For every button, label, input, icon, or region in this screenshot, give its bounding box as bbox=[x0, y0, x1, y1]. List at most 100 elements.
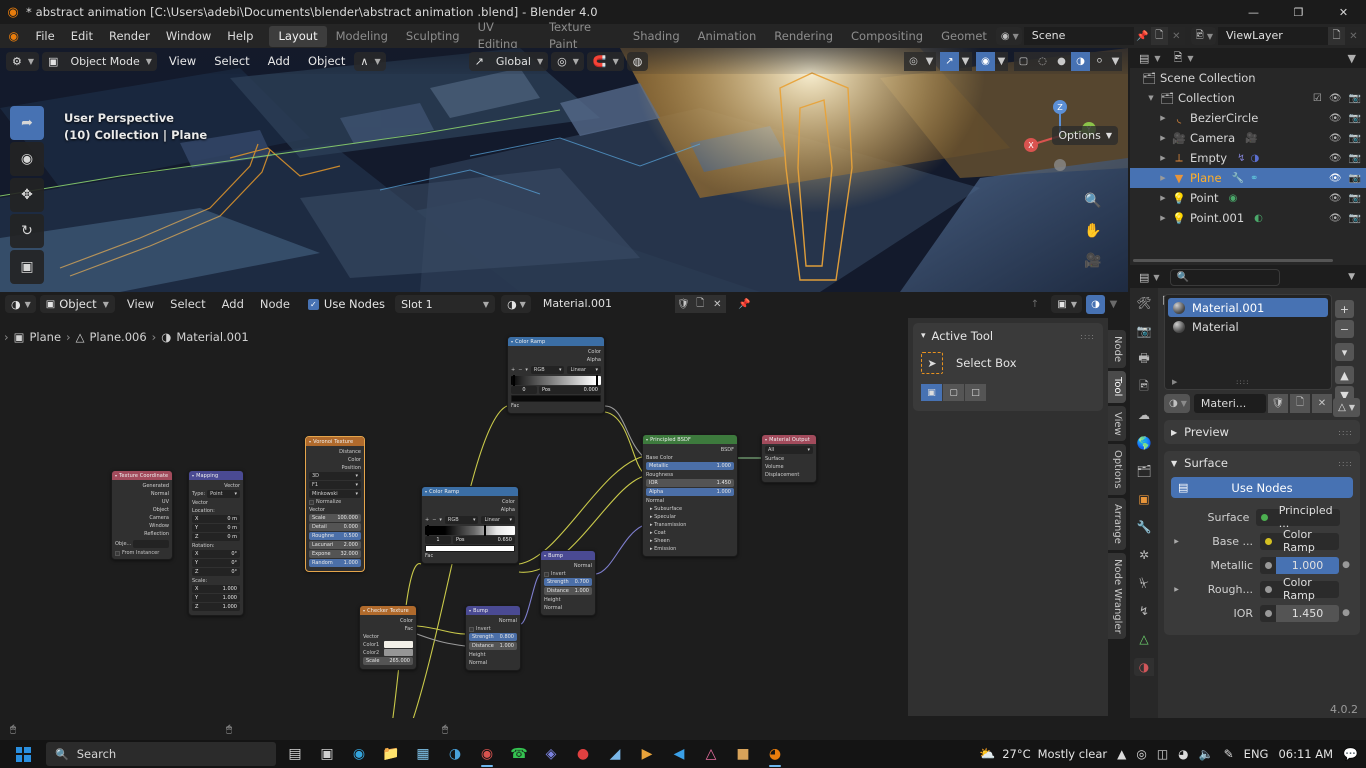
collapse-chevron-icon[interactable]: ▾ bbox=[765, 437, 767, 442]
viewport-options-button[interactable]: Options ▼ bbox=[1052, 126, 1118, 145]
node-texture-coordinate[interactable]: ▾ Texture Coordinate Generated Normal UV… bbox=[111, 470, 173, 560]
chevron-up-icon[interactable]: ▲ bbox=[1117, 747, 1126, 761]
viewlayer-name-field[interactable]: ViewLayer bbox=[1218, 27, 1328, 45]
chevron-down-icon[interactable]: ▼ bbox=[1105, 295, 1122, 313]
node-header[interactable]: ▾ Voronoi Texture bbox=[306, 437, 364, 446]
node-overlay-toggle[interactable]: ▣ ▼ bbox=[1051, 295, 1082, 313]
zoom-icon[interactable]: 🔍 bbox=[1080, 188, 1106, 214]
weather-widget[interactable]: ⛅ 27°C Mostly clear bbox=[979, 747, 1107, 762]
ramp-interpolation[interactable]: Linear bbox=[484, 517, 500, 523]
roughness-value[interactable]: Color Ramp bbox=[1276, 576, 1339, 602]
camera-render-icon[interactable]: 📷 bbox=[1349, 213, 1361, 224]
disclosure-triangle-icon[interactable]: ▶ bbox=[1156, 114, 1170, 122]
socket-vector-in[interactable]: Vector bbox=[309, 506, 361, 514]
chevron-down-icon[interactable]: ▼ bbox=[995, 51, 1008, 71]
expand-chevron-icon[interactable]: ▶ bbox=[1171, 538, 1182, 545]
collapse-chevron-icon[interactable]: ▾ bbox=[425, 489, 427, 494]
ramp-add-icon[interactable]: + bbox=[425, 517, 429, 523]
3d-viewport[interactable]: User Perspective (10) Collection | Plane… bbox=[0, 48, 1128, 292]
socket-vector-in[interactable]: Vector bbox=[363, 633, 413, 641]
prop-tab-view-layer[interactable]: 🖻 bbox=[1134, 378, 1154, 396]
node-color-ramp-2[interactable]: ▾ Color Ramp Color Alpha + − ▾ RGB ▾ Line… bbox=[421, 486, 519, 564]
node-shading-toggle[interactable]: ◑ bbox=[1086, 294, 1105, 314]
socket-camera[interactable]: Camera bbox=[115, 514, 169, 522]
tool-select-box[interactable]: ➦ bbox=[10, 106, 44, 140]
camera-render-icon[interactable]: 📷 bbox=[1349, 173, 1361, 184]
ramp-stop-handle[interactable] bbox=[513, 375, 515, 386]
material-fake-user-icon[interactable]: 🛡 bbox=[674, 295, 692, 313]
recorder-icon[interactable]: ● bbox=[568, 740, 598, 768]
chevron-down-icon[interactable]: ▼ bbox=[959, 51, 972, 71]
outliner-item-plane[interactable]: ▶ ▼ Plane 🔧 ⚭ 👁 📷 bbox=[1130, 168, 1366, 188]
node-header[interactable]: ▾ Bump bbox=[541, 551, 595, 560]
panel-tab-node[interactable]: Node bbox=[1108, 330, 1126, 369]
prop-tab-tool[interactable]: 🛠 bbox=[1134, 294, 1154, 312]
tool-rotate[interactable]: ↻ bbox=[10, 214, 44, 248]
shading-material-button[interactable]: ● bbox=[1052, 51, 1071, 71]
duplicate-material-icon[interactable]: 🗋 bbox=[1290, 394, 1310, 413]
breadcrumb-material[interactable]: Material.001 bbox=[176, 330, 248, 344]
scene-browse-button[interactable]: ◉ ▼ bbox=[995, 27, 1022, 45]
menu-help[interactable]: Help bbox=[219, 24, 261, 48]
socket-alpha[interactable]: Alpha bbox=[511, 356, 601, 364]
socket-roughness[interactable]: Roughness bbox=[646, 471, 734, 479]
blender-menu-icon[interactable]: ◉ bbox=[0, 29, 27, 43]
socket-fac[interactable]: Fac bbox=[363, 625, 413, 633]
xray-toggle[interactable]: ◉ bbox=[976, 51, 995, 71]
node-principled-bsdf[interactable]: ▾ Principled BSDF BSDF Base Color Metall… bbox=[642, 434, 738, 557]
move-slot-up-button[interactable]: ▲ bbox=[1335, 366, 1354, 384]
prop-tab-collection[interactable]: 🗂 bbox=[1134, 462, 1154, 480]
tool-move[interactable]: ✥ bbox=[10, 178, 44, 212]
files-icon[interactable]: ■ bbox=[728, 740, 758, 768]
chevron-down-icon[interactable]: ▼ bbox=[923, 51, 936, 71]
shader-menu-add[interactable]: Add bbox=[214, 297, 252, 311]
socket-base-color[interactable]: Base Color bbox=[646, 454, 734, 462]
node-header[interactable]: ▾ Color Ramp bbox=[422, 487, 518, 496]
material-unlink-icon[interactable]: ✕ bbox=[708, 295, 726, 313]
preview-section-header[interactable]: ▶ Preview :::: bbox=[1171, 425, 1353, 439]
select-mode-extend[interactable]: ▢ bbox=[943, 384, 964, 401]
socket-normal-out[interactable]: Normal bbox=[544, 562, 592, 570]
pen-icon[interactable]: ✎ bbox=[1224, 747, 1234, 761]
prop-tab-modifiers[interactable]: 🔧 bbox=[1134, 518, 1154, 536]
ramp-index[interactable]: 1 bbox=[425, 536, 451, 544]
socket-generated[interactable]: Generated bbox=[115, 482, 169, 490]
prop-tab-object[interactable]: ▣ bbox=[1134, 490, 1154, 508]
close-button[interactable]: ✕ bbox=[1321, 0, 1366, 24]
use-nodes-toggle[interactable]: ✓ Use Nodes bbox=[298, 297, 395, 311]
socket-color[interactable]: Color bbox=[309, 456, 361, 464]
falloff-selector[interactable]: ∧ ▼ bbox=[354, 51, 386, 71]
outliner-item-empty[interactable]: ▶ ⟂ Empty ↯ ◑ 👁 📷 bbox=[1130, 148, 1366, 168]
wifi-icon[interactable]: ◕ bbox=[1178, 747, 1188, 761]
tool-cursor[interactable]: ◉ bbox=[10, 142, 44, 176]
node-mapping[interactable]: ▾ Mapping Vector Type: Point ▾ Vector Loc… bbox=[188, 470, 244, 616]
socket-dot[interactable] bbox=[1260, 556, 1276, 574]
socket-dot[interactable] bbox=[1260, 580, 1276, 598]
prop-tab-constraints[interactable]: ↯ bbox=[1134, 602, 1154, 620]
surface-value[interactable]: Principled ... bbox=[1271, 504, 1340, 530]
invert-checkbox[interactable] bbox=[544, 571, 549, 577]
paint-icon[interactable]: △ bbox=[696, 740, 726, 768]
eye-icon[interactable]: 👁 bbox=[1329, 173, 1342, 184]
shading-solid-button[interactable]: ◌ bbox=[1033, 51, 1052, 71]
ramp-gradient-1[interactable] bbox=[511, 375, 601, 386]
socket-normal-in[interactable]: Normal bbox=[544, 604, 592, 612]
ramp-remove-icon[interactable]: − bbox=[432, 517, 436, 523]
collapse-chevron-icon[interactable]: ▾ bbox=[192, 473, 194, 478]
teams-icon[interactable]: ◈ bbox=[536, 740, 566, 768]
shader-editor-type-selector[interactable]: ◑ ▼ bbox=[5, 295, 36, 313]
socket-reflection[interactable]: Reflection bbox=[115, 530, 169, 538]
from-instancer-checkbox[interactable] bbox=[115, 550, 120, 556]
panel-emission[interactable]: ▸ Emission bbox=[646, 545, 734, 553]
socket-normal[interactable]: Normal bbox=[115, 490, 169, 498]
outliner-item-point[interactable]: ▶ 💡 Point ◉ 👁 📷 bbox=[1130, 188, 1366, 208]
collapse-chevron-icon[interactable]: ▾ bbox=[363, 608, 365, 613]
socket-alpha[interactable]: Alpha bbox=[425, 506, 515, 514]
viewlayer-browse-button[interactable]: 🖻 ▼ bbox=[1190, 27, 1216, 45]
tool-scale[interactable]: ▣ bbox=[10, 250, 44, 284]
camera-render-icon[interactable]: 📷 bbox=[1349, 93, 1361, 104]
material-name-field[interactable]: Materi... bbox=[1193, 394, 1266, 413]
show-overlays-toggle[interactable]: ↗ bbox=[940, 51, 959, 71]
shader-type-selector[interactable]: ▣ Object ▼ bbox=[39, 295, 115, 313]
outliner-scene-collection[interactable]: 🗂 Scene Collection bbox=[1130, 68, 1366, 88]
